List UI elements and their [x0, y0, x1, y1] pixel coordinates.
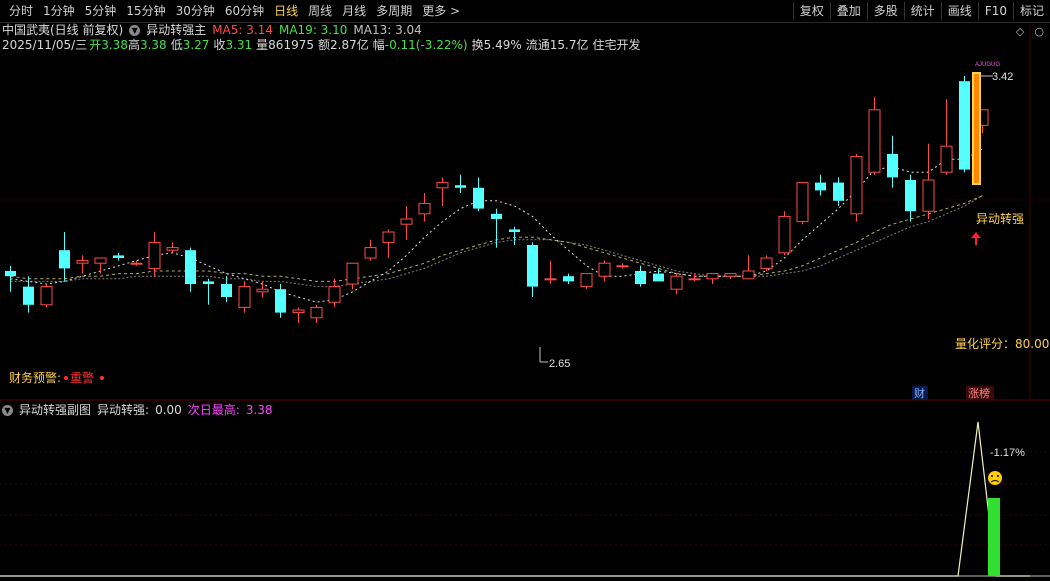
quant-score: 量化评分：80.00 — [955, 337, 1049, 351]
up-arrow-icon — [971, 232, 981, 245]
candle — [905, 174, 916, 222]
candle — [328, 278, 341, 308]
candle — [635, 265, 646, 287]
financial-warning-label: 财务预警: — [9, 370, 61, 385]
candle — [382, 229, 395, 258]
low-marker: 2.65 — [539, 347, 570, 370]
candle — [688, 273, 701, 282]
candle — [706, 273, 719, 284]
next-high-label: 次日最高: — [187, 403, 240, 417]
candle — [850, 154, 863, 222]
candle — [455, 174, 466, 193]
candle — [815, 174, 826, 196]
candle — [166, 242, 179, 253]
candle — [346, 262, 359, 290]
high-marker: 3.42 — [980, 71, 1013, 83]
candle — [473, 177, 484, 212]
badge-cai-text: 财 — [914, 386, 925, 400]
candle — [113, 252, 124, 261]
candle — [203, 278, 214, 305]
warning-dot — [100, 376, 104, 380]
sub-value-label: 异动转强: — [97, 403, 150, 417]
warning-level: 重警 — [70, 370, 94, 385]
sub-green-bar — [988, 498, 1000, 576]
candle — [598, 260, 611, 282]
candle — [940, 99, 953, 175]
candle — [887, 135, 898, 188]
candle — [148, 232, 161, 277]
sub-indicator-line — [0, 421, 1030, 577]
candle — [580, 273, 593, 290]
top-tiny-label: AJUGUG — [975, 62, 1000, 68]
candle — [563, 273, 574, 284]
candle — [778, 211, 791, 256]
warning-dot — [64, 376, 68, 380]
candle — [796, 182, 809, 225]
candle — [868, 96, 881, 175]
kline-chart[interactable]: 3.42 AJUGUG 2.65 异动转强 量化评分：80.00 财务预警: 重… — [0, 0, 1050, 581]
candle — [509, 226, 520, 245]
candle — [959, 76, 970, 173]
candle — [185, 247, 196, 292]
sub-chart-header: ▼ 异动转强副图 异动转强: 0.00 次日最高: 3.38 — [2, 402, 273, 418]
candle — [40, 284, 53, 308]
candle — [653, 268, 664, 282]
candle — [544, 260, 557, 284]
candle — [256, 281, 269, 297]
signal-bar-inner — [974, 74, 979, 183]
candle — [221, 276, 232, 303]
sub-value: 0.00 — [155, 403, 182, 417]
signal-label: 异动转强 — [976, 211, 1024, 226]
candle — [292, 307, 305, 323]
candle — [742, 255, 755, 280]
sub-pct-label: -1.17% — [990, 447, 1025, 459]
candle — [527, 242, 538, 297]
candle — [760, 255, 773, 271]
candle — [238, 281, 251, 313]
candle — [400, 206, 413, 240]
candle — [59, 232, 70, 282]
sub-title[interactable]: 异动转强副图 — [19, 402, 91, 418]
candle — [275, 284, 286, 318]
low-price-label: 2.65 — [549, 358, 570, 370]
next-high-value: 3.38 — [245, 403, 273, 417]
candle — [310, 304, 323, 323]
chevron-down-icon[interactable]: ▼ — [2, 404, 13, 416]
candle — [76, 255, 89, 274]
candle — [833, 177, 844, 206]
candle — [922, 143, 935, 219]
candle — [5, 265, 16, 292]
candle — [94, 257, 107, 274]
candle — [670, 273, 683, 295]
high-price-label: 3.42 — [992, 71, 1013, 83]
candle — [436, 177, 449, 206]
candle — [616, 263, 629, 269]
sad-face-icon — [988, 471, 1002, 485]
candle — [724, 273, 737, 279]
candle — [364, 239, 377, 261]
candle — [418, 193, 431, 222]
badge-zhang-text: 涨榜 — [968, 386, 990, 400]
